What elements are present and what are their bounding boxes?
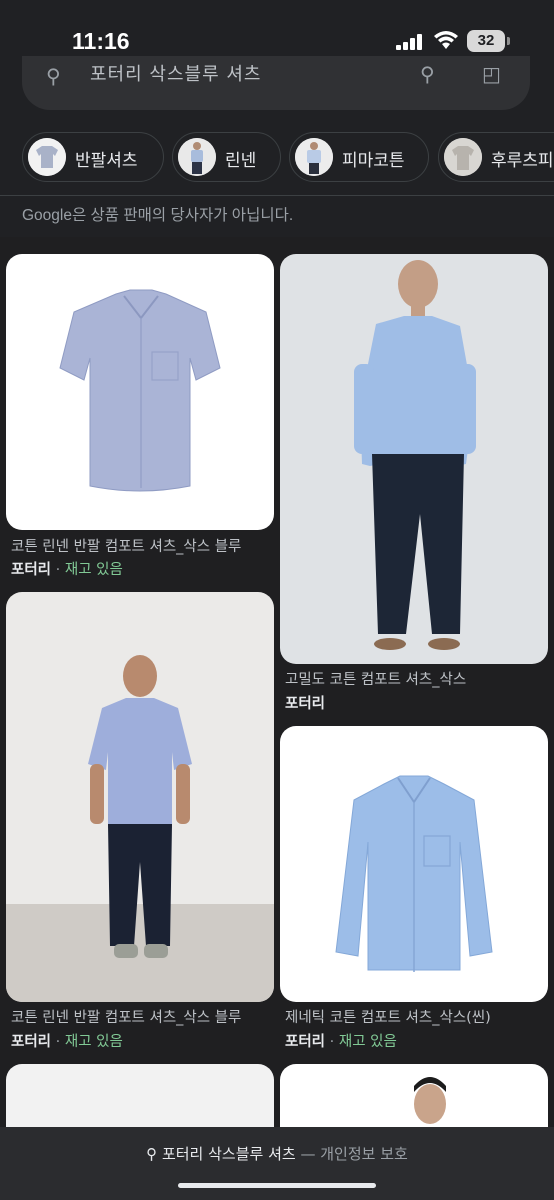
product-meta: 포터리 · 재고 있음 xyxy=(11,562,123,578)
filter-chips: 반팔셔츠 린넨 피마코튼 후루츠피 xyxy=(0,132,554,188)
cellular-signal-icon xyxy=(396,34,422,50)
microphone-icon[interactable]: ⚲ xyxy=(420,62,435,86)
product-seller: 포터리 xyxy=(285,1034,326,1050)
search-query[interactable]: 포터리 삭스블루 셔츠 xyxy=(90,60,261,86)
pima-cotton-model-thumbnail xyxy=(295,138,333,176)
search-icon: ⚲ xyxy=(146,1145,158,1163)
lens-icon[interactable]: ◰ xyxy=(482,62,501,86)
search-icon: ⚲ xyxy=(46,64,61,88)
wifi-icon xyxy=(434,31,458,49)
chip-label: 반팔셔츠 xyxy=(75,151,138,171)
stock-status: 재고 있음 xyxy=(338,1034,397,1050)
bottom-search-bar[interactable]: ⚲ 포터리 삭스블루 셔츠 — 개인정보 보호 xyxy=(0,1143,554,1164)
stock-status: 재고 있음 xyxy=(64,562,123,578)
battery-tip xyxy=(507,37,510,45)
product-seller: 포터리 xyxy=(285,696,326,712)
product-seller: 포터리 xyxy=(11,1034,52,1050)
clock: 11:16 xyxy=(72,28,130,54)
seller-disclaimer: Google은 상품 판매의 당사자가 아닙니다. xyxy=(22,207,294,224)
product-image-short-sleeve-flat[interactable] xyxy=(6,254,274,530)
separator: — xyxy=(300,1145,316,1163)
bottom-query[interactable]: 포터리 삭스블루 셔츠 xyxy=(162,1145,296,1163)
product-title[interactable]: 제네틱 코튼 컴포트 셔츠_삭스(씬) xyxy=(285,1006,491,1027)
product-image-model-long-sleeve[interactable] xyxy=(280,254,548,664)
search-bar[interactable]: ⚲ 포터리 삭스블루 셔츠 ⚲ ◰ xyxy=(22,56,530,110)
chip-label: 피마코튼 xyxy=(342,151,405,171)
chip-short-sleeve[interactable]: 반팔셔츠 xyxy=(22,132,164,182)
chip-linen[interactable]: 린넨 xyxy=(172,132,281,182)
linen-model-thumbnail xyxy=(178,138,216,176)
stock-status: 재고 있음 xyxy=(64,1034,123,1050)
short-sleeve-shirt-thumbnail xyxy=(28,138,66,176)
chip-fruit[interactable]: 후루츠피 xyxy=(438,132,554,182)
product-image-long-sleeve-flat[interactable] xyxy=(280,726,548,1002)
product-image-model-short-sleeve[interactable] xyxy=(6,592,274,1002)
product-meta: 포터리 · 재고 있음 xyxy=(11,1034,123,1050)
product-title[interactable]: 코튼 린넨 반팔 컴포트 셔츠_삭스 블루 xyxy=(11,1006,241,1027)
product-meta: 포터리 xyxy=(285,692,325,713)
chip-label: 후루츠피 xyxy=(491,151,554,171)
chip-label: 린넨 xyxy=(225,151,257,171)
divider xyxy=(0,195,554,196)
privacy-link[interactable]: 개인정보 보호 xyxy=(320,1145,408,1163)
chip-pima-cotton[interactable]: 피마코튼 xyxy=(289,132,429,182)
product-title[interactable]: 코튼 린넨 반팔 컴포트 셔츠_삭스 블루 xyxy=(11,535,241,556)
home-indicator[interactable] xyxy=(178,1183,376,1188)
battery-icon: 32 xyxy=(467,30,505,52)
product-meta: 포터리 · 재고 있음 xyxy=(285,1034,397,1050)
fruit-pattern-shirt-thumbnail xyxy=(444,138,482,176)
product-title[interactable]: 고밀도 코튼 컴포트 셔츠_삭스 xyxy=(285,668,466,689)
product-seller: 포터리 xyxy=(11,562,52,578)
